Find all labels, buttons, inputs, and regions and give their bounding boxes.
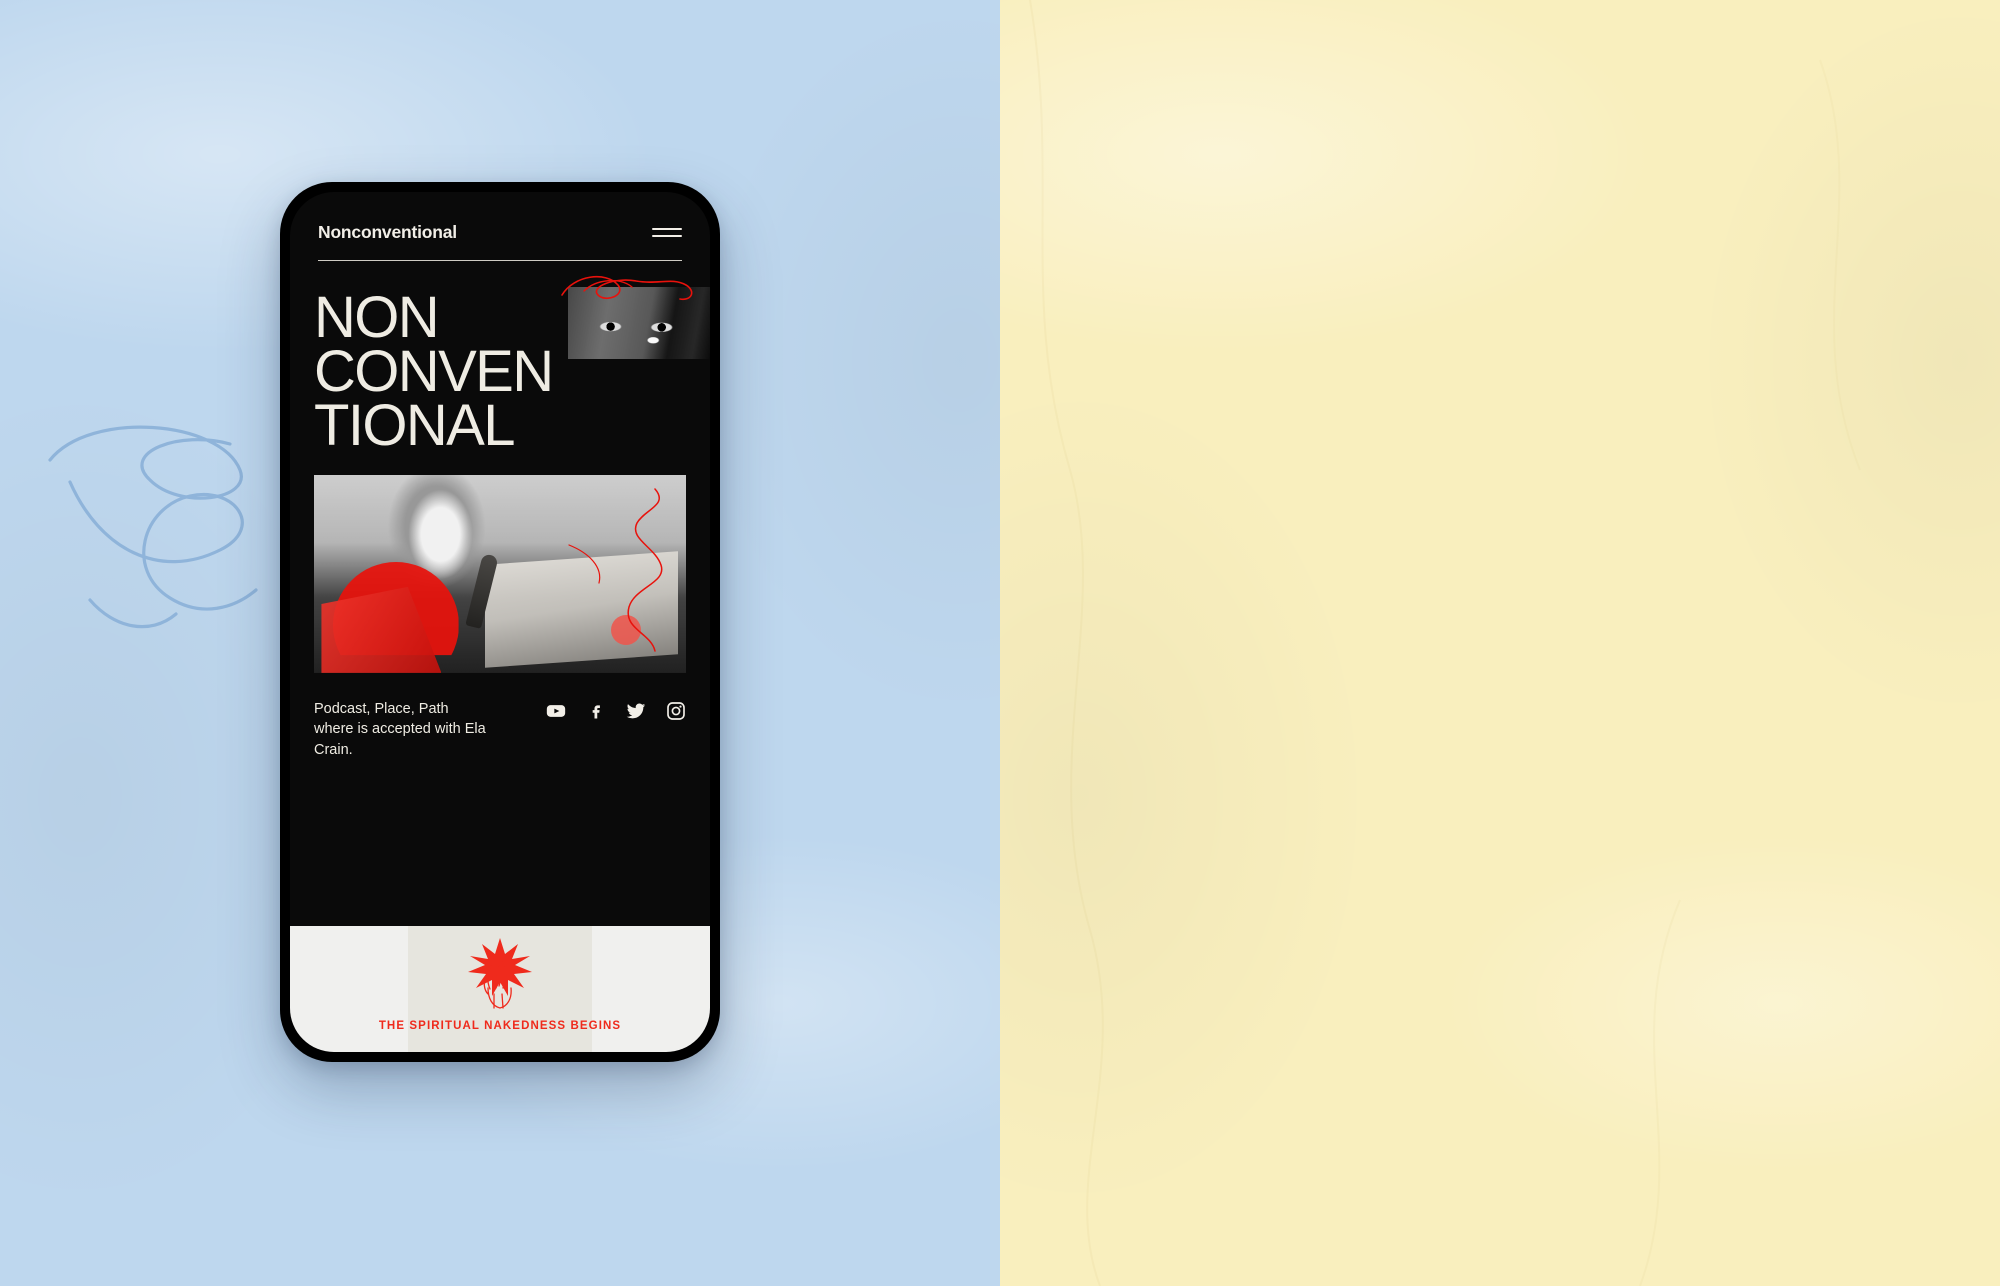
paper-texture-right (1000, 0, 2000, 1286)
mockup-stage: Nonconventional NON CONVEN TIONAL Podcas… (0, 0, 2000, 1286)
app-header-home: Nonconventional (290, 192, 710, 243)
brand-title: Nonconventional (318, 222, 457, 242)
photo-red-line-doodle (567, 487, 662, 652)
hero-title-line-3: TIONAL (314, 392, 515, 458)
hero-photo (314, 474, 686, 673)
banner-caption: THE SPIRITUAL NAKEDNESS BEGINS (378, 1020, 622, 1032)
left-background-panel: Nonconventional NON CONVEN TIONAL Podcas… (0, 0, 1000, 1286)
phone-screen-home: Nonconventional NON CONVEN TIONAL Podcas… (290, 192, 710, 1052)
right-background-panel: Nonconventional We ask the questions tha… (1000, 0, 2000, 1286)
instagram-icon[interactable] (666, 701, 686, 721)
phone-mockup-home: Nonconventional NON CONVEN TIONAL Podcas… (280, 182, 720, 1062)
twitter-icon[interactable] (626, 701, 646, 721)
social-links (546, 699, 686, 721)
red-scribble-doodle (561, 276, 693, 301)
description-row: Podcast, Place, Path where is accepted w… (290, 673, 710, 761)
youtube-icon[interactable] (546, 701, 566, 721)
hero-section: NON CONVEN TIONAL (290, 261, 710, 458)
red-hand-starburst-illustration (468, 938, 532, 1009)
blue-squiggle-doodle (48, 425, 258, 629)
hamburger-icon[interactable] (652, 225, 682, 240)
description-text: Podcast, Place, Path where is accepted w… (314, 700, 486, 758)
bottom-banner: THE SPIRITUAL NAKEDNESS BEGINS (290, 926, 710, 1052)
facebook-icon[interactable] (586, 701, 606, 721)
paper-crease-lines (1029, 0, 1861, 1286)
